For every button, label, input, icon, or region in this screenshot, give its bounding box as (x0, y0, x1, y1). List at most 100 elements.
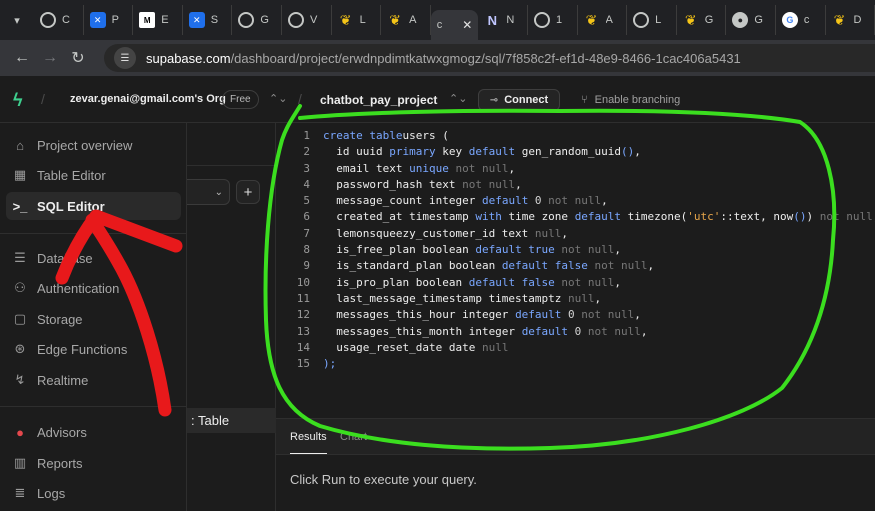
globe-icon (533, 12, 550, 28)
org-switcher-chevron-icon[interactable]: ⌃⌄ (269, 92, 287, 105)
sql-code[interactable]: create tableusers ( id uuid primary key … (323, 128, 875, 372)
langchain-icon: ❦ (684, 11, 697, 28)
git-branch-icon: ⑂ (581, 94, 588, 106)
code-line[interactable]: is_standard_plan boolean default false n… (323, 258, 875, 274)
code-line[interactable]: is_free_plan boolean default true not nu… (323, 242, 875, 258)
tab-results[interactable]: Results (290, 431, 327, 454)
functions-icon: ⊛ (14, 341, 26, 356)
chevron-down-icon: ⌄ (214, 186, 223, 198)
confluence-icon: ✕ (188, 12, 205, 28)
add-snippet-button[interactable]: + (236, 180, 260, 204)
github-icon: ● (732, 12, 749, 28)
project-name[interactable]: chatbot_pay_project (320, 93, 437, 107)
sidebar-item-database[interactable]: ☰ Database (6, 244, 181, 272)
langchain-icon: ❦ (339, 11, 352, 28)
langchain-icon: ❦ (833, 11, 846, 28)
browser-tab[interactable]: ❦ A (578, 5, 628, 35)
tab-chart[interactable]: Chart (340, 431, 367, 443)
realtime-icon: ↯ (14, 372, 26, 387)
snippet-filter-dropdown[interactable]: ⌄ (187, 179, 230, 205)
home-icon: ⌂ (16, 137, 24, 153)
results-empty-message: Click Run to execute your query. (290, 472, 477, 487)
breadcrumb-separator: / (41, 91, 45, 107)
google-icon: G (781, 12, 798, 28)
project-switcher-chevron-icon[interactable]: ⌃⌄ (449, 92, 467, 105)
forward-arrow-icon[interactable]: → (36, 44, 64, 72)
confluence-icon: ✕ (89, 12, 106, 28)
browser-tab[interactable]: NN (478, 5, 528, 35)
medium-icon: M (139, 12, 156, 28)
app-header: ϟ / zevar.genai@gmail.com's Org Free ⌃⌄ … (0, 76, 875, 123)
branching-label: Enable branching (594, 94, 681, 106)
results-tabs: Results Chart (276, 419, 875, 455)
code-line[interactable]: is_pro_plan boolean default false not nu… (323, 275, 875, 291)
browser-tab[interactable]: Gc (776, 5, 826, 35)
sidebar-item-logs[interactable]: ≣ Logs (6, 479, 181, 507)
code-line[interactable]: usage_reset_date date null (323, 340, 875, 356)
code-line[interactable]: last_message_timestamp timestamptz null, (323, 291, 875, 307)
langchain-icon: ❦ (389, 11, 402, 28)
chatgpt-icon (238, 12, 255, 28)
org-name[interactable]: zevar.genai@gmail.com's Org (70, 93, 226, 105)
sidebar-item-sql-editor[interactable]: >_ SQL Editor (6, 192, 181, 220)
sidebar-item-realtime[interactable]: ↯ Realtime (6, 366, 181, 394)
list-icon: ≣ (14, 485, 26, 500)
code-line[interactable]: messages_this_hour integer default 0 not… (323, 307, 875, 323)
browser-tab[interactable]: L (627, 5, 677, 35)
browser-tab[interactable]: G (232, 5, 282, 35)
code-line[interactable]: id uuid primary key default gen_random_u… (323, 144, 875, 160)
code-line[interactable]: password_hash text not null, (323, 177, 875, 193)
browser-tab-active[interactable]: c ✕ (430, 10, 479, 40)
connect-button[interactable]: ⊸ Connect (478, 89, 560, 111)
browser-tab[interactable]: ❦ A (381, 5, 431, 35)
browser-tab[interactable]: ME (133, 5, 183, 35)
database-icon: ☰ (14, 250, 26, 265)
sidebar-item-edge-functions[interactable]: ⊛ Edge Functions (6, 335, 181, 363)
lightbulb-icon: ● (16, 424, 24, 440)
supabase-logo-icon[interactable]: ϟ (13, 90, 31, 110)
table-icon: ▦ (13, 167, 27, 182)
browser-tab[interactable]: ✕ P (84, 5, 134, 35)
browser-tab[interactable]: ● G (726, 5, 776, 35)
sidebar-item-reports[interactable]: ▥ Reports (6, 449, 181, 477)
code-line[interactable]: create tableusers ( (323, 128, 875, 144)
plan-badge: Free (222, 90, 259, 109)
browser-tab[interactable]: ❦ L (332, 5, 382, 35)
site-settings-icon[interactable]: ☰ (114, 47, 136, 69)
sql-snippets-panel: ⌄ + : Table (187, 123, 276, 511)
code-line[interactable]: messages_this_month integer default 0 no… (323, 324, 875, 340)
line-number-gutter: 1 2 3 4 5 6 7 8 9 10 11 12 13 14 15 (296, 129, 310, 371)
browser-tab[interactable]: 1 (528, 5, 578, 35)
back-arrow-icon[interactable]: ← (8, 44, 36, 72)
browser-tab[interactable]: ❦ G (677, 5, 727, 35)
reload-icon[interactable]: ↻ (64, 44, 92, 72)
url-text[interactable]: supabase.com/dashboard/project/erwdnpdim… (146, 51, 741, 66)
users-icon: ⚇ (14, 280, 26, 295)
code-line[interactable]: created_at timestamp with time zone defa… (323, 209, 875, 225)
sidebar-item-table-editor[interactable]: ▦ Table Editor (6, 161, 181, 189)
chatgpt-icon (287, 12, 304, 28)
browser-tab[interactable]: ✕ S (183, 5, 233, 35)
sidebar-item-authentication[interactable]: ⚇ Authentication (6, 274, 181, 302)
sidebar-item-advisors[interactable]: ● Advisors (6, 418, 181, 446)
snippet-item[interactable]: : Table (187, 408, 276, 433)
tab-search-icon[interactable]: ▾ (6, 9, 28, 31)
results-panel: Results Chart Click Run to execute your … (276, 418, 875, 511)
left-sidebar: ⌂ Project overview ▦ Table Editor >_ SQL Ed… (0, 123, 187, 511)
code-line[interactable]: message_count integer default 0 not null… (323, 193, 875, 209)
code-line[interactable]: ); (323, 356, 875, 372)
browser-tab[interactable]: ❦ D (826, 5, 875, 35)
browser-tab[interactable]: C (34, 5, 84, 35)
code-line[interactable]: email text unique not null, (323, 161, 875, 177)
chatgpt-icon (633, 12, 650, 28)
sql-code-editor[interactable]: 1 2 3 4 5 6 7 8 9 10 11 12 13 14 15 crea… (276, 123, 875, 418)
connect-label: Connect (504, 94, 549, 106)
code-line[interactable]: lemonsqueezy_customer_id text null, (323, 226, 875, 242)
sidebar-item-project-overview[interactable]: ⌂ Project overview (6, 131, 181, 159)
close-tab-icon[interactable]: ✕ (462, 18, 472, 32)
browser-tab[interactable]: V (282, 5, 332, 35)
enable-branching-button[interactable]: ⑂ Enable branching (581, 94, 680, 106)
sidebar-item-storage[interactable]: ▢ Storage (6, 305, 181, 333)
breadcrumb-separator: / (298, 91, 302, 107)
address-bar[interactable]: ☰ supabase.com/dashboard/project/erwdnpd… (104, 44, 875, 72)
